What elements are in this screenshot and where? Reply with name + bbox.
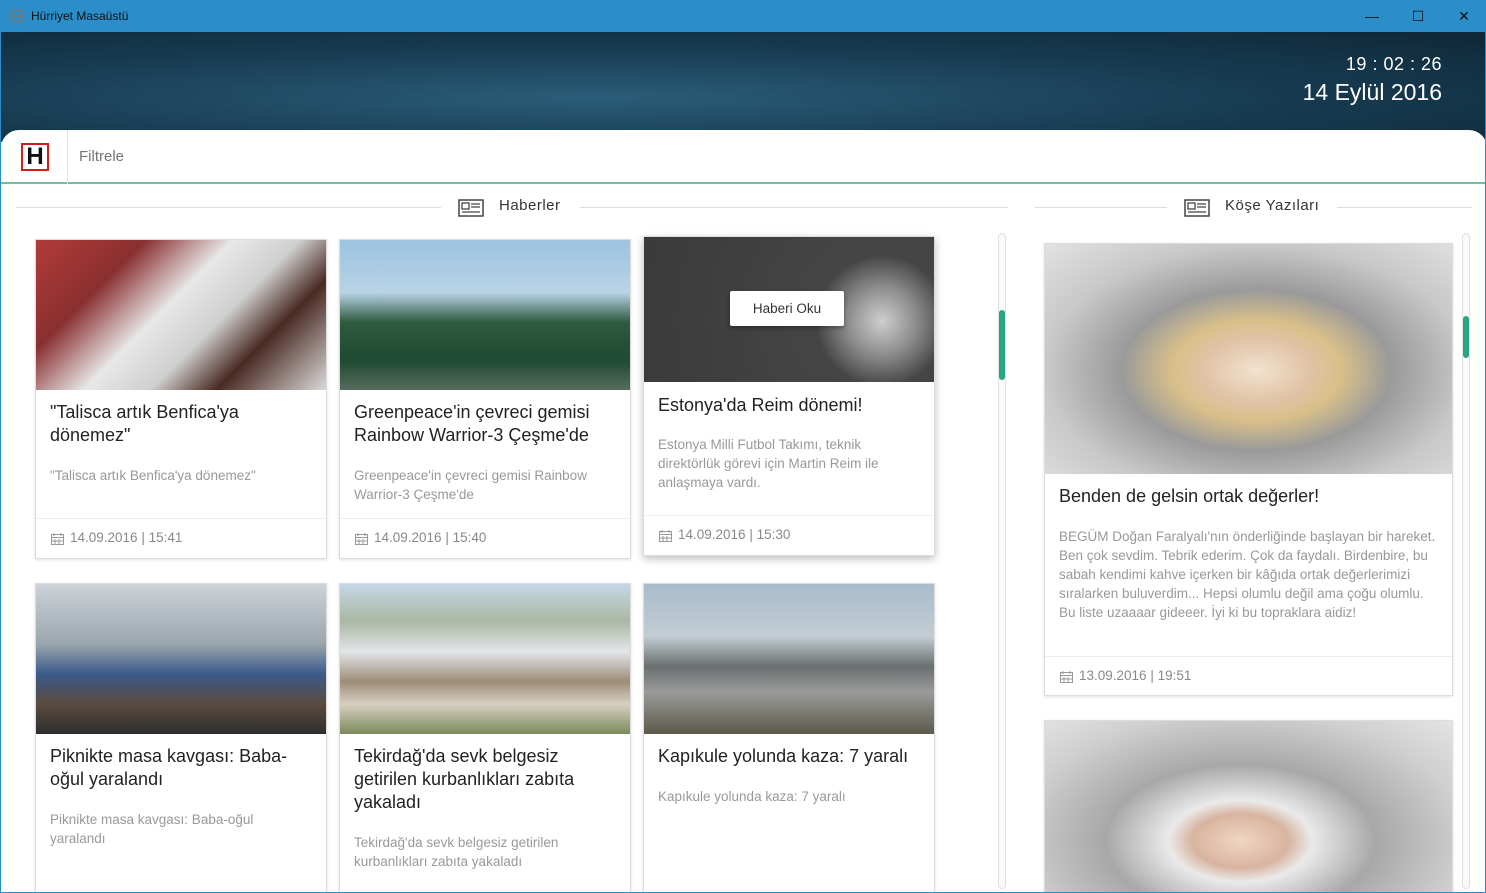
columns-section-header: Köşe Yazıları xyxy=(1035,197,1472,217)
hurriyet-logo[interactable]: H xyxy=(1,130,68,184)
news-scrollbar[interactable] xyxy=(998,233,1006,889)
news-image xyxy=(36,240,326,390)
news-title: Kapıkule yolunda kaza: 7 yaralı xyxy=(658,746,909,766)
news-summary: Piknikte masa kavgası: Baba-oğul yaralan… xyxy=(50,812,254,846)
logo-letter: H xyxy=(23,145,47,169)
divider xyxy=(16,207,441,208)
column-summary: BEGÜM Doğan Faralyalı'nın önderliğinde b… xyxy=(1059,529,1436,620)
news-summary: "Talisca artık Benfica'ya dönemez" xyxy=(50,468,256,483)
news-summary: Greenpeace'in çevreci gemisi Rainbow War… xyxy=(354,468,587,502)
news-image xyxy=(340,584,630,734)
filter-input[interactable] xyxy=(79,148,479,165)
news-title: Piknikte masa kavgası: Baba-oğul yaralan… xyxy=(50,746,288,789)
news-image xyxy=(340,240,630,390)
news-card-hovered[interactable]: Haberi Oku Estonya'da Reim dönemi! Eston… xyxy=(643,236,935,556)
clock-date: 14 Eylül 2016 xyxy=(1302,79,1442,105)
divider xyxy=(1035,207,1167,208)
divider xyxy=(580,207,1008,208)
columnist-photo xyxy=(1045,244,1452,474)
app-icon xyxy=(10,9,24,23)
news-summary: Estonya Milli Futbol Takımı, teknik dire… xyxy=(658,437,879,490)
columns-section-title: Köşe Yazıları xyxy=(1225,197,1320,214)
maximize-icon: ☐ xyxy=(1411,8,1425,24)
minimize-button[interactable]: — xyxy=(1349,1,1395,32)
news-date: 14.09.2016 | 15:40 xyxy=(374,530,487,545)
news-footer: 14.09.2016 | 15:41 xyxy=(36,518,326,558)
news-section-title: Haberler xyxy=(499,197,561,214)
news-footer: 14.09.2016 | 15:30 xyxy=(644,515,934,555)
app-window: Hürriyet Masaüstü — ☐ ✕ 19 : 02 : 26 14 … xyxy=(0,0,1486,893)
columns-scrollbar[interactable] xyxy=(1462,233,1470,889)
news-title: Tekirdağ'da sevk belgesiz getirilen kurb… xyxy=(354,746,575,812)
header-banner: 19 : 02 : 26 14 Eylül 2016 xyxy=(1,32,1485,142)
maximize-button[interactable]: ☐ xyxy=(1395,1,1441,32)
news-card[interactable]: Piknikte masa kavgası: Baba-oğul yaralan… xyxy=(35,583,327,892)
news-card[interactable]: Tekirdağ'da sevk belgesiz getirilen kurb… xyxy=(339,583,631,892)
divider xyxy=(1337,207,1472,208)
clock-time: 19 : 02 : 26 xyxy=(1345,54,1442,74)
calendar-icon xyxy=(355,533,368,545)
column-date: 13.09.2016 | 19:51 xyxy=(1079,668,1192,683)
close-button[interactable]: ✕ xyxy=(1441,1,1485,32)
close-icon: ✕ xyxy=(1458,8,1470,24)
news-date: 14.09.2016 | 15:41 xyxy=(70,530,183,545)
filter-bar: H xyxy=(1,130,1485,184)
news-card[interactable]: "Talisca artık Benfica'ya dönemez" "Tali… xyxy=(35,239,327,559)
minimize-icon: — xyxy=(1365,8,1379,24)
window-title: Hürriyet Masaüstü xyxy=(31,9,129,23)
news-summary: Tekirdağ'da sevk belgesiz getirilen kurb… xyxy=(354,835,559,869)
news-footer: 14.09.2016 | 15:40 xyxy=(340,518,630,558)
news-date: 14.09.2016 | 15:30 xyxy=(678,527,791,542)
calendar-icon xyxy=(51,533,64,545)
title-bar: Hürriyet Masaüstü — ☐ ✕ xyxy=(1,1,1485,32)
newspaper-icon xyxy=(1184,199,1210,217)
news-scrollbar-thumb[interactable] xyxy=(999,310,1005,380)
column-card[interactable] xyxy=(1044,720,1453,892)
calendar-icon xyxy=(659,530,672,542)
column-title: Benden de gelsin ortak değerler! xyxy=(1059,486,1320,506)
news-card[interactable]: Kapıkule yolunda kaza: 7 yaralı Kapıkule… xyxy=(643,583,935,892)
clock: 19 : 02 : 26 14 Eylül 2016 xyxy=(1303,54,1442,106)
news-title: "Talisca artık Benfica'ya dönemez" xyxy=(50,402,239,445)
newspaper-icon xyxy=(458,199,484,217)
news-section-header: Haberler xyxy=(16,197,1008,217)
read-news-button[interactable]: Haberi Oku xyxy=(730,291,844,326)
column-footer: 13.09.2016 | 19:51 xyxy=(1045,656,1452,695)
column-card[interactable]: Benden de gelsin ortak değerler! BEGÜM D… xyxy=(1044,243,1453,696)
columnist-photo xyxy=(1045,721,1452,892)
news-title: Greenpeace'in çevreci gemisi Rainbow War… xyxy=(354,402,590,445)
news-title: Estonya'da Reim dönemi! xyxy=(658,395,863,415)
news-image xyxy=(644,584,934,734)
news-image xyxy=(36,584,326,734)
news-card[interactable]: Greenpeace'in çevreci gemisi Rainbow War… xyxy=(339,239,631,559)
calendar-icon xyxy=(1060,671,1073,683)
columns-scrollbar-thumb[interactable] xyxy=(1463,316,1469,358)
news-summary: Kapıkule yolunda kaza: 7 yaralı xyxy=(658,789,846,804)
